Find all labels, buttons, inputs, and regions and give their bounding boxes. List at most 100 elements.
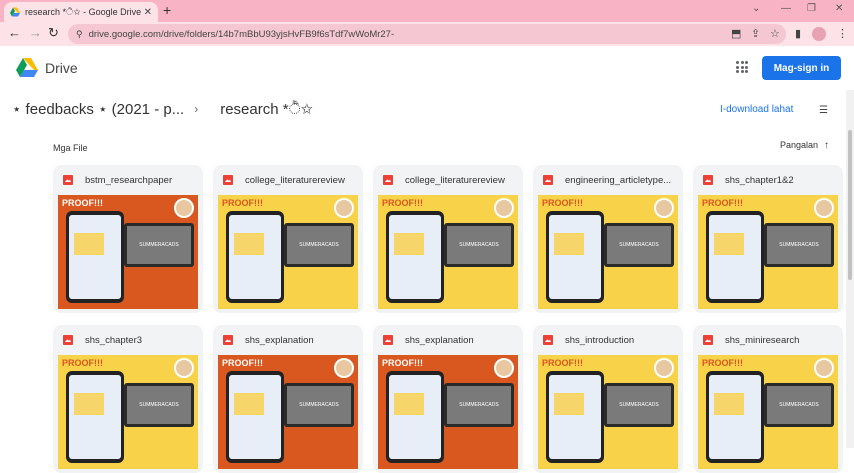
file-card[interactable]: shs_chapter3 PROOF!!! SUMMERACADS [53,325,203,473]
thumbnail-phone [66,371,124,463]
file-thumbnail[interactable]: PROOF!!! SUMMERACADS [58,195,198,309]
bookmark-star-icon[interactable]: ☆ [770,27,780,40]
thumbnail-laptop-text: SUMMERACADS [127,226,191,264]
browser-tab[interactable]: research *ੈ✩ - Google Drive ✕ [4,2,158,22]
browser-menu-icon[interactable]: ⋮ [837,27,848,40]
file-thumbnail[interactable]: PROOF!!! SUMMERACADS [218,195,358,309]
maximize-button[interactable]: ❐ [807,3,816,14]
drive-header: Drive Mag-sign in [0,46,854,90]
thumbnail-avatar [494,198,514,218]
thumbnail-avatar [174,358,194,378]
minimize-button[interactable]: — [781,3,791,14]
file-name: college_literaturereview [405,174,505,186]
install-app-icon[interactable]: ⬒ [731,27,741,40]
files-section-label: Mga File [53,143,88,153]
thumbnail-laptop-text: SUMMERACADS [767,386,831,424]
file-name: shs_miniresearch [725,334,800,346]
file-card[interactable]: engineering_articletype... PROOF!!! SUMMER… [533,165,683,313]
thumbnail-proof-text: PROOF!!! [222,358,263,368]
thumbnail-phone [706,211,764,303]
drive-logo-icon [16,58,38,77]
image-file-icon [63,335,73,345]
file-card-header: shs_chapter1&2 [693,165,843,195]
thumbnail-laptop: SUMMERACADS [444,223,514,267]
new-tab-button[interactable]: + [163,2,171,18]
file-name: college_literaturereview [245,174,345,186]
image-file-icon [703,175,713,185]
scrollbar[interactable] [846,90,854,448]
thumbnail-laptop: SUMMERACADS [604,223,674,267]
file-card[interactable]: bstm_researchpaper PROOF!!! SUMMERACADS [53,165,203,313]
thumbnail-phone [226,371,284,463]
tab-close-icon[interactable]: ✕ [144,7,152,18]
thumbnail-proof-text: PROOF!!! [62,358,103,368]
back-icon[interactable]: ← [8,25,21,40]
file-card[interactable]: college_literaturereview PROOF!!! SUMMERAC… [373,165,523,313]
thumbnail-avatar [174,198,194,218]
side-panel-icon[interactable]: ▮ [795,27,801,40]
image-file-icon [543,335,553,345]
thumbnail-avatar [334,198,354,218]
file-thumbnail[interactable]: PROOF!!! SUMMERACADS [538,195,678,309]
file-card[interactable]: college_literaturereview PROOF!!! SUMMERAC… [213,165,363,313]
thumbnail-laptop: SUMMERACADS [124,383,194,427]
image-file-icon [383,175,393,185]
file-card[interactable]: shs_chapter1&2 PROOF!!! SUMMERACADS [693,165,843,313]
thumbnail-proof-text: PROOF!!! [382,358,423,368]
thumbnail-laptop: SUMMERACADS [284,223,354,267]
list-view-icon[interactable]: ☰ [819,105,828,116]
file-card[interactable]: shs_explanation PROOF!!! SUMMERACADS [373,325,523,473]
thumbnail-laptop-text: SUMMERACADS [447,386,511,424]
file-card-header: shs_explanation [213,325,363,355]
file-name: shs_explanation [245,334,314,346]
thumbnail-laptop-text: SUMMERACADS [607,226,671,264]
address-bar[interactable]: ⚲ drive.google.com/drive/folders/14b7mBb… [68,24,786,44]
thumbnail-phone [546,211,604,303]
file-card[interactable]: shs_introduction PROOF!!! SUMMERACADS [533,325,683,473]
file-card-header: shs_explanation [373,325,523,355]
thumbnail-phone [226,211,284,303]
google-apps-icon[interactable] [736,61,748,73]
file-thumbnail[interactable]: PROOF!!! SUMMERACADS [538,355,678,469]
forward-icon[interactable]: → [29,25,42,40]
thumbnail-proof-text: PROOF!!! [542,198,583,208]
file-name: shs_explanation [405,334,474,346]
share-icon[interactable]: ⇪ [751,27,760,40]
reload-icon[interactable]: ↻ [48,25,59,41]
drive-brand: Drive [45,60,78,76]
profile-avatar[interactable] [812,27,826,41]
breadcrumb-parent-folder[interactable]: ⋆ feedbacks ⋆ (2021 - p... [12,100,184,118]
thumbnail-proof-text: PROOF!!! [702,358,743,368]
thumbnail-laptop-text: SUMMERACADS [287,386,351,424]
thumbnail-laptop: SUMMERACADS [444,383,514,427]
thumbnail-laptop: SUMMERACADS [764,383,834,427]
scrollbar-thumb[interactable] [848,130,852,280]
sort-direction-icon[interactable]: ↑ [824,140,829,151]
breadcrumb-current-folder: research *ੈ✩ [220,100,313,118]
download-all-link[interactable]: I-download lahat [720,104,793,115]
close-window-button[interactable]: ✕ [835,3,843,14]
sign-in-button[interactable]: Mag-sign in [762,56,841,80]
file-card-header: shs_introduction [533,325,683,355]
browser-tab-strip: research *ੈ✩ - Google Drive ✕ + ⌄ — ❐ ✕ [0,0,854,22]
file-thumbnail[interactable]: PROOF!!! SUMMERACADS [698,195,838,309]
file-name: bstm_researchpaper [85,174,173,186]
tab-title: research *ੈ✩ - Google Drive [25,6,142,17]
sort-button[interactable]: Pangalan ↑ [780,140,829,151]
thumbnail-phone [546,371,604,463]
file-thumbnail[interactable]: PROOF!!! SUMMERACADS [698,355,838,469]
file-card-header: shs_chapter3 [53,325,203,355]
site-info-icon[interactable]: ⚲ [76,29,83,40]
tab-search-icon[interactable]: ⌄ [752,3,760,14]
thumbnail-avatar [814,198,834,218]
thumbnail-avatar [814,358,834,378]
file-thumbnail[interactable]: PROOF!!! SUMMERACADS [218,355,358,469]
thumbnail-avatar [494,358,514,378]
file-thumbnail[interactable]: PROOF!!! SUMMERACADS [58,355,198,469]
file-card[interactable]: shs_explanation PROOF!!! SUMMERACADS [213,325,363,473]
file-card[interactable]: shs_miniresearch PROOF!!! SUMMERACADS [693,325,843,473]
file-thumbnail[interactable]: PROOF!!! SUMMERACADS [378,355,518,469]
thumbnail-phone [386,371,444,463]
thumbnail-laptop: SUMMERACADS [764,223,834,267]
file-thumbnail[interactable]: PROOF!!! SUMMERACADS [378,195,518,309]
